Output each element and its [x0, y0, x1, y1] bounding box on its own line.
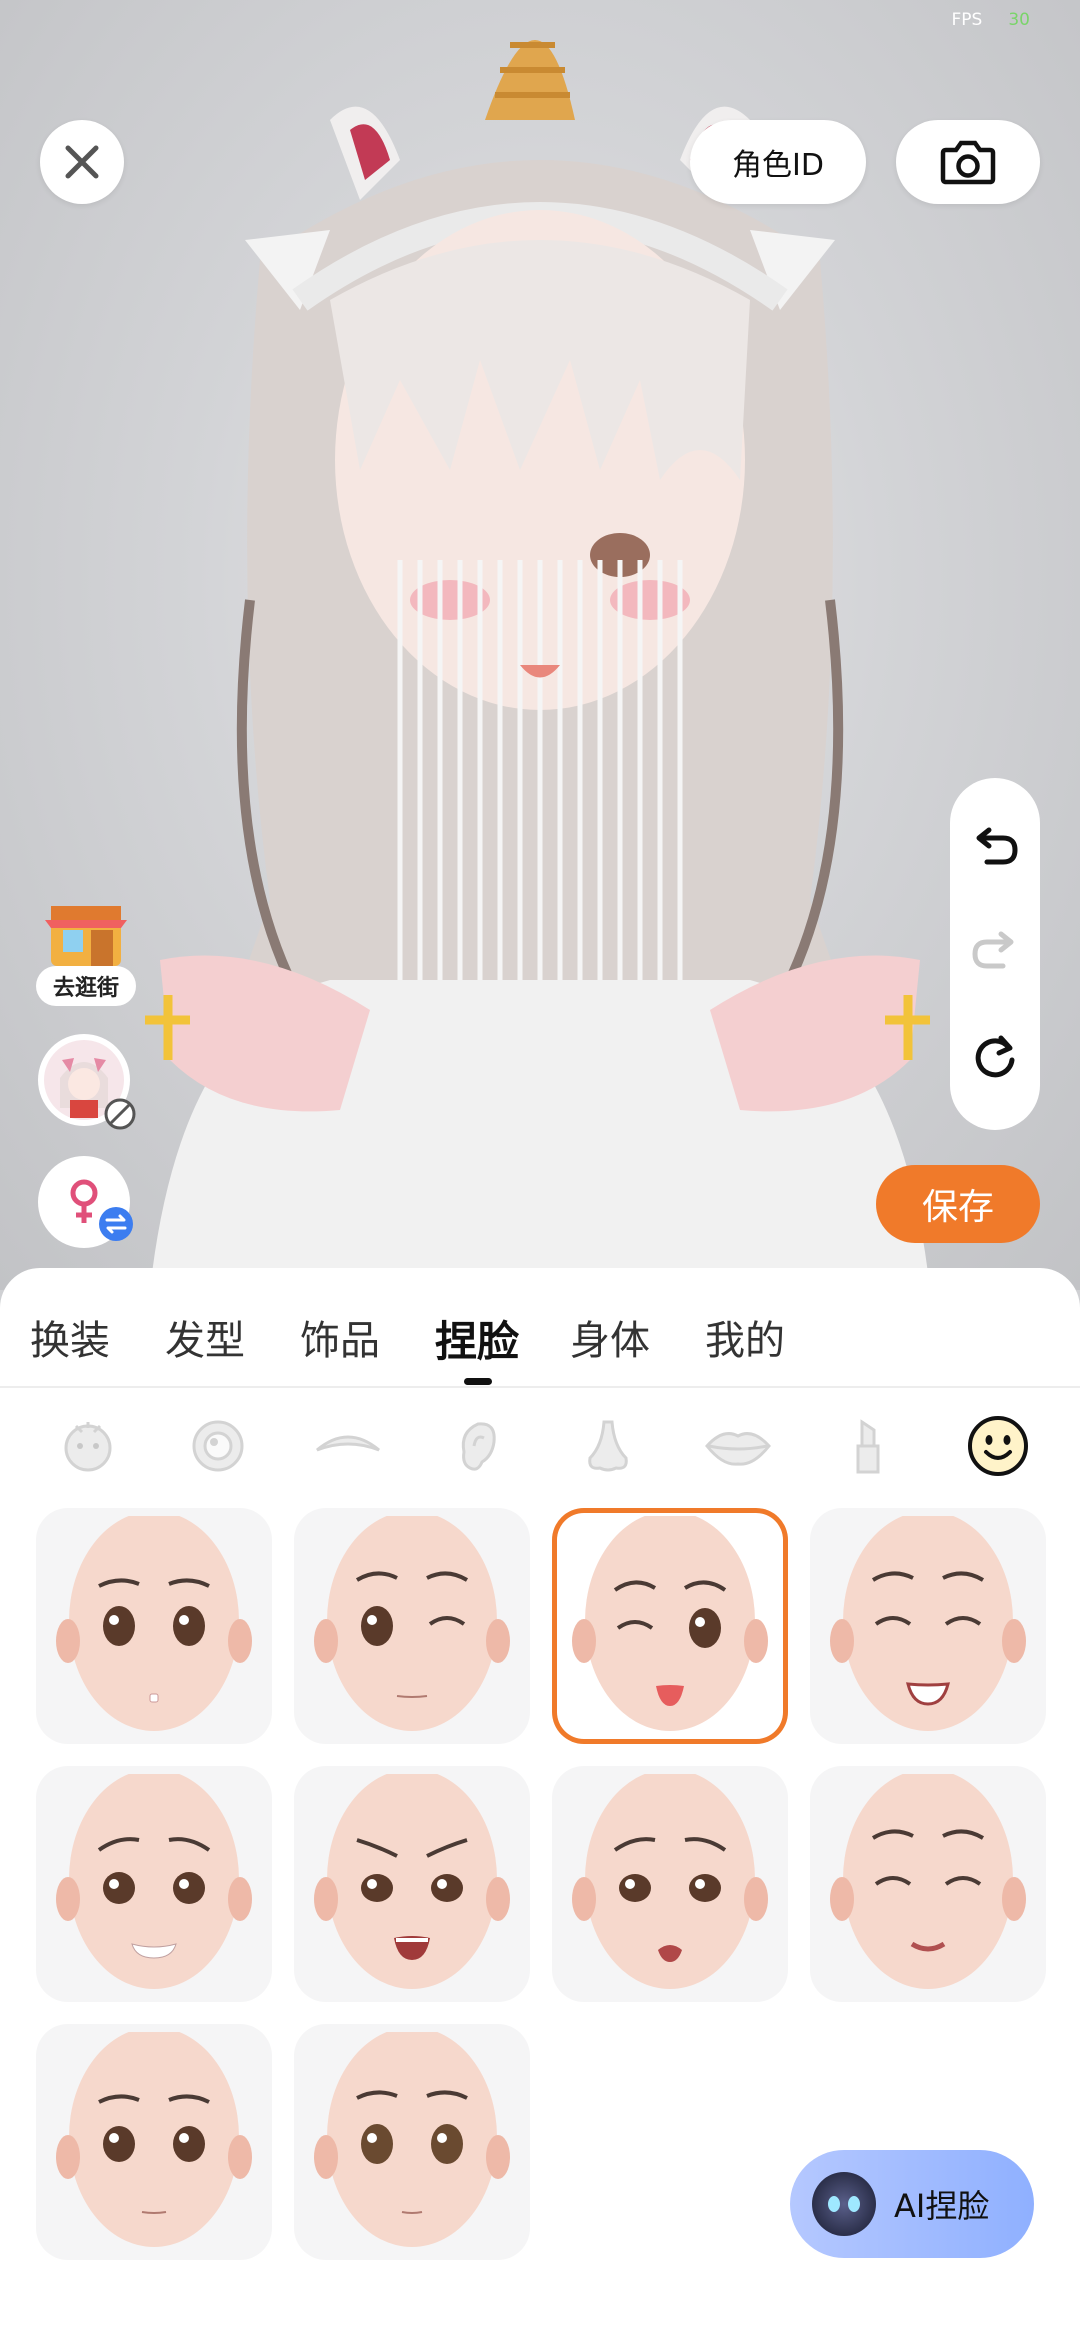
face-shape-icon: [64, 1422, 112, 1472]
face-wink-tongue-icon: [572, 1516, 768, 1731]
face-sad-icon: [572, 1774, 768, 1989]
gender-switch-button[interactable]: [38, 1156, 133, 1248]
face-happy-icon: [830, 1516, 1026, 1731]
face-default-icon: [314, 2032, 510, 2247]
lipstick-icon: [856, 1419, 880, 1474]
close-button[interactable]: [40, 120, 124, 204]
category-tabs: 换装 发型 饰品 捏脸 身体 我的: [0, 1268, 1080, 1388]
subcat-eyes[interactable]: [178, 1406, 258, 1486]
tabs-divider: [0, 1386, 1080, 1388]
expression-tile-9[interactable]: [36, 2024, 272, 2260]
subcat-nose[interactable]: [568, 1406, 648, 1486]
ai-face-button[interactable]: AI捏脸: [790, 2150, 1034, 2258]
face-worried-smile-icon: [56, 1774, 252, 1989]
ai-face-label: AI捏脸: [894, 2187, 990, 2225]
ear-icon: [461, 1422, 496, 1471]
subcat-makeup[interactable]: [828, 1406, 908, 1486]
reset-icon[interactable]: [969, 1032, 1021, 1084]
subcat-lips[interactable]: [698, 1406, 778, 1486]
shop-button[interactable]: 去逛街: [36, 896, 136, 1006]
tab-face-sculpt[interactable]: 捏脸: [435, 1308, 519, 1369]
eyebrow-icon: [316, 1435, 380, 1452]
lips-icon: [705, 1432, 771, 1466]
avatar-viewport[interactable]: FPS 30 角色ID 去逛街 保存: [0, 0, 1080, 1290]
ai-robot-icon: [812, 2172, 876, 2236]
subcat-face-shape[interactable]: [48, 1406, 128, 1486]
face-neutral-icon: [56, 1516, 252, 1731]
active-tab-indicator: [464, 1378, 492, 1385]
face-neutral-alt-icon: [56, 2032, 252, 2247]
expression-tile-6[interactable]: [294, 1766, 530, 2002]
expression-tile-3-selected[interactable]: [552, 1508, 788, 1744]
subcat-expression[interactable]: [958, 1406, 1038, 1486]
close-icon: [65, 145, 99, 179]
hide-badge-icon: [104, 1098, 136, 1130]
expression-tile-7[interactable]: [552, 1766, 788, 2002]
tab-body[interactable]: 身体: [570, 1308, 650, 1366]
camera-button[interactable]: [896, 120, 1040, 204]
expression-tile-4[interactable]: [810, 1508, 1046, 1744]
save-label: 保存: [921, 1187, 994, 1228]
shop-icon: [45, 906, 127, 966]
redo-icon[interactable]: [969, 928, 1021, 980]
tab-hairstyle[interactable]: 发型: [165, 1308, 245, 1366]
fps-value: 30: [1008, 10, 1030, 30]
expression-icon: [968, 1416, 1028, 1476]
expression-tile-8[interactable]: [810, 1766, 1046, 2002]
expression-tile-5[interactable]: [36, 1766, 272, 2002]
subcat-eyebrows[interactable]: [308, 1406, 388, 1486]
expression-tile-1[interactable]: [36, 1508, 272, 1744]
fps-label: FPS: [951, 10, 983, 30]
subcategory-row: [0, 1406, 1080, 1502]
fps-counter: FPS 30: [952, 10, 1030, 30]
tab-mine[interactable]: 我的: [705, 1308, 785, 1366]
tab-accessories[interactable]: 饰品: [300, 1308, 380, 1366]
face-calm-icon: [830, 1774, 1026, 1989]
tab-outfit[interactable]: 换装: [30, 1308, 110, 1366]
expression-tile-10[interactable]: [294, 2024, 530, 2260]
face-angry-icon: [314, 1774, 510, 1989]
save-button[interactable]: 保存: [876, 1165, 1040, 1243]
expression-tile-2[interactable]: [294, 1508, 530, 1744]
subcat-ears[interactable]: [438, 1406, 518, 1486]
shop-label: 去逛街: [36, 966, 136, 1006]
role-id-label: 角色ID: [732, 148, 824, 183]
camera-icon: [940, 140, 996, 185]
face-wink-icon: [314, 1516, 510, 1731]
history-controls: [950, 778, 1040, 1130]
undo-icon[interactable]: [969, 824, 1021, 876]
eye-icon: [192, 1420, 244, 1472]
role-id-button[interactable]: 角色ID: [690, 120, 866, 204]
nose-icon: [588, 1420, 628, 1472]
swap-icon: [99, 1207, 133, 1241]
saved-avatar-button[interactable]: [38, 1034, 136, 1130]
